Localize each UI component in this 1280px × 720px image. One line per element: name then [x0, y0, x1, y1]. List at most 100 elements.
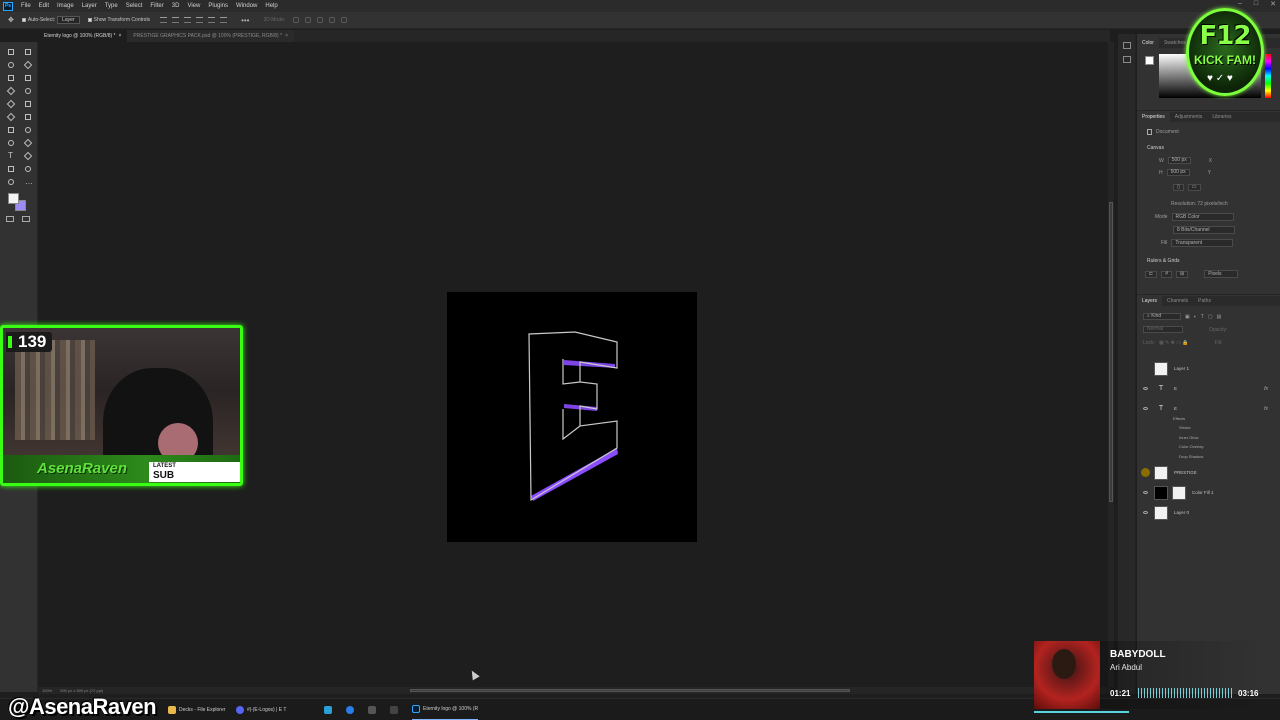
zoom-tool[interactable]: [5, 176, 17, 188]
document-canvas[interactable]: [447, 292, 697, 542]
guides-icon[interactable]: ⊞: [1175, 270, 1189, 278]
minimize-icon[interactable]: –: [1238, 0, 1242, 8]
brush-tool[interactable]: [5, 98, 17, 110]
eye-icon[interactable]: [1143, 387, 1148, 390]
effect-drop-shadow[interactable]: Drop Shadow: [1179, 454, 1203, 459]
taskbar-file-explorer[interactable]: Decks - File Explorer: [168, 699, 225, 720]
align-bottom-icon[interactable]: [220, 17, 228, 23]
obs-icon[interactable]: [390, 706, 398, 714]
filter-smart-icon[interactable]: ▤: [1217, 314, 1222, 320]
layer-row[interactable]: Layer 1: [1137, 359, 1280, 378]
history-brush-tool[interactable]: [5, 111, 17, 123]
bit-depth-select[interactable]: 8 Bits/Channel: [1173, 226, 1235, 234]
zoom-level[interactable]: 100%: [42, 688, 52, 693]
menu-layer[interactable]: Layer: [78, 3, 101, 9]
tab-eternity-logo[interactable]: Eternity logo @ 100% (RGB/8) * ×: [38, 30, 128, 42]
layer-row[interactable]: PRESTIGE: [1137, 463, 1280, 482]
align-center-icon[interactable]: [172, 17, 180, 23]
vertical-scrollbar[interactable]: [1108, 42, 1114, 687]
eraser-tool[interactable]: [22, 111, 34, 123]
visibility-off-icon[interactable]: [1143, 367, 1148, 370]
rectangle-tool[interactable]: [5, 163, 17, 175]
show-transform-checkbox[interactable]: [87, 18, 92, 22]
menu-3d[interactable]: 3D: [168, 3, 184, 9]
dodge-tool[interactable]: [5, 137, 17, 149]
gradient-tool[interactable]: [5, 124, 17, 136]
taskbar-photoshop[interactable]: Eternity logo @ 100% (R: [412, 699, 479, 720]
tab-color[interactable]: Color: [1137, 38, 1159, 48]
orientation-portrait-icon[interactable]: ▯: [1173, 184, 1184, 191]
quick-mask-icon[interactable]: [6, 216, 14, 222]
crop-tool[interactable]: [5, 72, 17, 84]
auto-select-checkbox[interactable]: [21, 18, 26, 22]
menu-plugins[interactable]: Plugins: [204, 3, 232, 9]
app-icon[interactable]: [368, 706, 376, 714]
move-tool-icon[interactable]: ✥: [8, 16, 14, 24]
menu-window[interactable]: Window: [232, 3, 261, 9]
path-select-tool[interactable]: [22, 150, 34, 162]
filter-shape-icon[interactable]: ▢: [1208, 314, 1213, 320]
show-transform-option[interactable]: Show Transform Controls: [87, 17, 150, 23]
tab-prestige-pack[interactable]: PRESTIGE GRAPHICS PACK.psd @ 100% (PREST…: [127, 30, 294, 42]
blur-tool[interactable]: [22, 124, 34, 136]
healing-tool[interactable]: [22, 85, 34, 97]
eye-icon[interactable]: [1143, 491, 1148, 494]
tab-libraries[interactable]: Libraries: [1207, 112, 1236, 122]
close-icon[interactable]: ✕: [1270, 0, 1276, 8]
tab-properties[interactable]: Properties: [1137, 112, 1170, 122]
menu-file[interactable]: File: [17, 3, 35, 9]
horizontal-scrollbar[interactable]: [38, 687, 1110, 694]
align-middle-icon[interactable]: [208, 17, 216, 23]
orbit-icon[interactable]: [293, 17, 300, 23]
maximize-icon[interactable]: □: [1254, 0, 1258, 8]
blend-mode-select[interactable]: Normal: [1143, 326, 1183, 333]
align-right-icon[interactable]: [184, 17, 192, 23]
tab-adjustments[interactable]: Adjustments: [1170, 112, 1208, 122]
align-top-icon[interactable]: [196, 17, 204, 23]
fx-icon[interactable]: fx: [1264, 406, 1268, 412]
effect-color-overlay[interactable]: Color Overlay: [1179, 444, 1203, 449]
height-field[interactable]: 500 px: [1166, 169, 1190, 176]
layer-row[interactable]: T E fx: [1137, 399, 1280, 418]
filter-type-icon[interactable]: T: [1201, 314, 1204, 320]
color-swatches[interactable]: [8, 193, 28, 213]
comment-icon[interactable]: [1123, 56, 1131, 63]
close-tab-icon[interactable]: ×: [119, 33, 122, 39]
hue-slider[interactable]: [1265, 54, 1271, 98]
menu-image[interactable]: Image: [53, 3, 78, 9]
eyedropper-tool[interactable]: [5, 85, 17, 97]
effect-stroke[interactable]: Stroke: [1179, 425, 1191, 430]
photoshop-logo-icon[interactable]: Ps: [3, 1, 13, 11]
fill-select[interactable]: Transparent: [1171, 239, 1234, 247]
ruler-icon[interactable]: ⊏: [1145, 270, 1158, 278]
taskbar-discord[interactable]: #|-(E-Logos) | E T: [236, 699, 286, 720]
eye-icon[interactable]: [1143, 511, 1148, 514]
layer-filter-kind[interactable]: ⌕ Kind: [1143, 313, 1181, 320]
more-options-icon[interactable]: •••: [241, 16, 249, 25]
group-color-tag[interactable]: [1141, 468, 1150, 477]
telegram-icon[interactable]: [324, 706, 332, 714]
pan-icon[interactable]: [317, 17, 324, 23]
foreground-color[interactable]: [8, 193, 19, 204]
edit-toolbar-tool[interactable]: …: [22, 176, 34, 188]
menu-type[interactable]: Type: [101, 3, 122, 9]
orientation-landscape-icon[interactable]: ▭: [1187, 184, 1201, 191]
filter-pixel-icon[interactable]: ▣: [1185, 314, 1190, 320]
tab-paths[interactable]: Paths: [1193, 296, 1216, 306]
layer-row[interactable]: Layer 0: [1137, 503, 1280, 522]
tab-channels[interactable]: Channels: [1162, 296, 1193, 306]
rulers-grids-title[interactable]: Rulers & Grids: [1147, 258, 1180, 264]
screen-mode-icon[interactable]: [22, 216, 30, 222]
color-panel-swatch[interactable]: [1145, 56, 1154, 65]
move-tool[interactable]: [5, 46, 17, 58]
roll-icon[interactable]: [305, 17, 312, 23]
type-tool[interactable]: T: [5, 150, 17, 162]
units-select[interactable]: Pixels: [1204, 270, 1239, 278]
fx-icon[interactable]: fx: [1264, 386, 1268, 392]
hand-tool[interactable]: [22, 163, 34, 175]
effect-inner-glow[interactable]: Inner Glow: [1179, 435, 1198, 440]
auto-select-option[interactable]: Auto-Select: Layer: [21, 16, 80, 24]
auto-select-dropdown[interactable]: Layer: [57, 16, 80, 24]
layer-row[interactable]: T E fx: [1137, 379, 1280, 398]
eye-icon[interactable]: [1143, 407, 1148, 410]
